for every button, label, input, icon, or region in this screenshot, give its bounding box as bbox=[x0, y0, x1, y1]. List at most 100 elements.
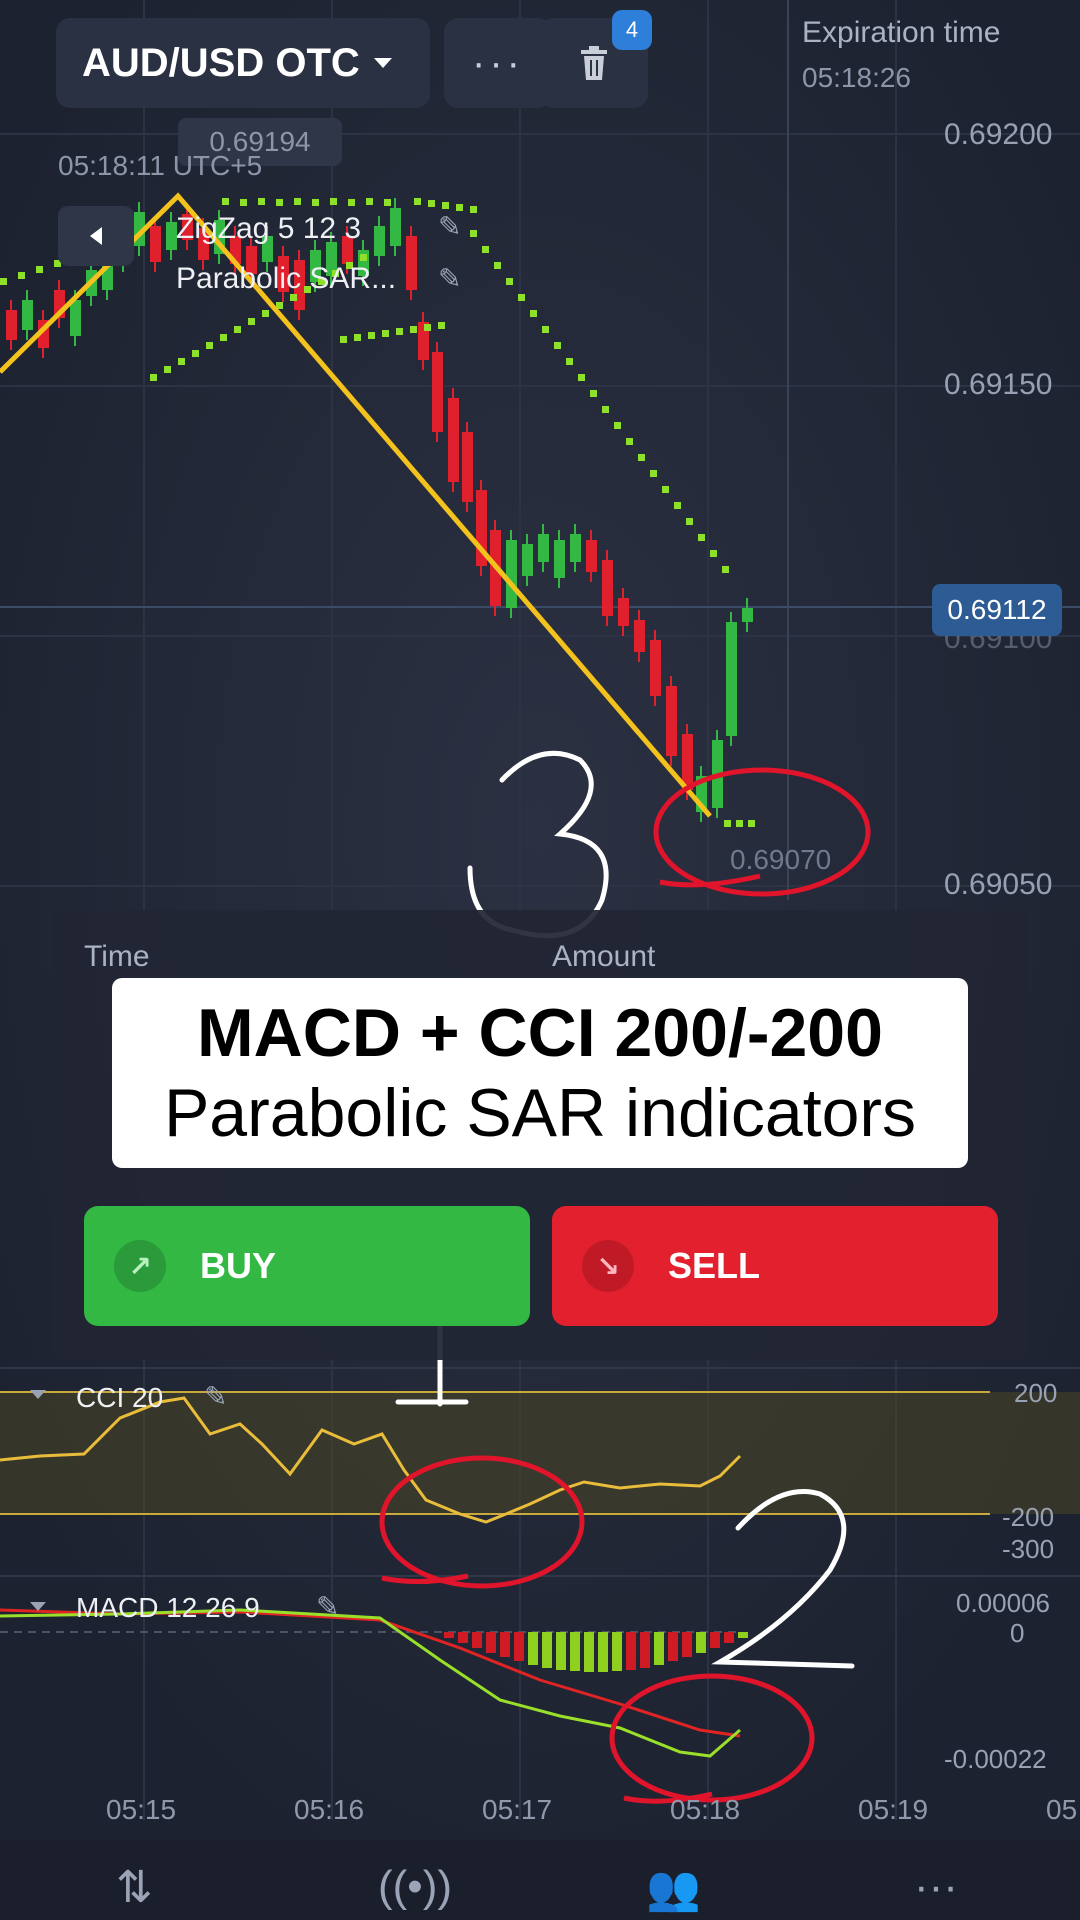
candle-body bbox=[634, 620, 645, 652]
swap-arrows-icon[interactable]: ⇅ bbox=[116, 1862, 153, 1913]
candle-body bbox=[618, 598, 629, 626]
macd-histogram-bar bbox=[612, 1632, 622, 1671]
candle-body bbox=[666, 686, 677, 756]
more-icon[interactable]: ··· bbox=[914, 1862, 958, 1912]
sar-dot bbox=[602, 406, 609, 413]
macd-histogram-bar bbox=[626, 1632, 636, 1670]
candle-body bbox=[70, 300, 81, 336]
sar-dot bbox=[414, 198, 421, 205]
caption-line-2: Parabolic SAR indicators bbox=[163, 1075, 917, 1151]
sar-dot bbox=[736, 820, 743, 827]
sar-dot bbox=[722, 566, 729, 573]
arrow-up-right-icon: ↗ bbox=[114, 1240, 166, 1292]
trash-icon bbox=[581, 46, 607, 80]
pencil-icon[interactable]: ✎ bbox=[438, 262, 461, 295]
sar-dot bbox=[590, 390, 597, 397]
sar-dot bbox=[748, 820, 755, 827]
candle-body bbox=[506, 540, 517, 608]
chevron-down-icon bbox=[373, 58, 392, 68]
sar-dot bbox=[506, 278, 513, 285]
collapse-indicators-button[interactable] bbox=[58, 206, 134, 266]
cci-level-label: -200 bbox=[1002, 1502, 1055, 1532]
macd-label[interactable]: MACD 12 26 9 bbox=[76, 1592, 260, 1624]
sar-dot bbox=[262, 310, 269, 317]
sar-dot bbox=[710, 550, 717, 557]
cci-label[interactable]: CCI 20 bbox=[76, 1382, 163, 1414]
users-icon[interactable]: 👥 bbox=[646, 1862, 701, 1914]
expiration-value: 05:18:26 bbox=[802, 62, 911, 93]
sar-dot bbox=[470, 206, 477, 213]
collapse-icon[interactable] bbox=[30, 1390, 46, 1399]
sar-dot bbox=[518, 294, 525, 301]
sar-dot bbox=[698, 534, 705, 541]
sar-dot bbox=[258, 198, 265, 205]
candle-body bbox=[554, 540, 565, 578]
candle-body bbox=[22, 300, 33, 330]
macd-histogram-bar bbox=[528, 1632, 538, 1665]
caption-line-1: MACD + CCI 200/-200 bbox=[197, 995, 883, 1071]
sar-dot bbox=[482, 246, 489, 253]
pencil-icon[interactable]: ✎ bbox=[204, 1380, 227, 1413]
sar-dot bbox=[150, 374, 157, 381]
sar-dot bbox=[348, 199, 355, 206]
sar-dot bbox=[626, 438, 633, 445]
time-tick: 05:18 bbox=[670, 1794, 741, 1825]
signal-icon[interactable]: ((•)) bbox=[378, 1862, 452, 1912]
indicator-zigzag-label[interactable]: ZigZag 5 12 3 bbox=[176, 212, 361, 246]
candle-body bbox=[462, 432, 473, 502]
sar-dot bbox=[312, 199, 319, 206]
candle-body bbox=[522, 544, 533, 576]
sar-dot bbox=[614, 422, 621, 429]
macd-histogram-bar bbox=[542, 1632, 552, 1668]
macd-histogram-bar bbox=[682, 1632, 692, 1657]
candle-body bbox=[150, 226, 161, 262]
buy-button[interactable]: ↗ BUY bbox=[84, 1206, 530, 1326]
macd-histogram-bar bbox=[696, 1632, 706, 1653]
sar-dot bbox=[36, 266, 43, 273]
sell-button[interactable]: ↘ SELL bbox=[552, 1206, 998, 1326]
sar-dot bbox=[360, 254, 367, 261]
collapse-icon[interactable] bbox=[30, 1602, 46, 1611]
sar-dot bbox=[276, 199, 283, 206]
sar-dot bbox=[428, 200, 435, 207]
indicator-sar-label[interactable]: Parabolic SAR... bbox=[176, 262, 396, 296]
sar-dot bbox=[638, 454, 645, 461]
macd-histogram-bar bbox=[458, 1632, 468, 1643]
sar-dot bbox=[248, 318, 255, 325]
time-tick: 05:15 bbox=[106, 1794, 177, 1825]
candle-body bbox=[448, 398, 459, 482]
sar-dot bbox=[442, 202, 449, 209]
macd-histogram-bar bbox=[710, 1632, 720, 1648]
macd-level-label: 0 bbox=[1010, 1618, 1025, 1648]
macd-histogram-bar bbox=[444, 1632, 454, 1638]
sar-dot bbox=[18, 272, 25, 279]
macd-histogram-bar bbox=[738, 1632, 748, 1638]
macd-histogram-bar bbox=[486, 1632, 496, 1653]
macd-level-label: 0.00006 bbox=[956, 1588, 1050, 1618]
sar-dot bbox=[0, 278, 7, 285]
asset-selector[interactable]: AUD/USD OTC bbox=[56, 18, 430, 108]
more-options-button[interactable]: ··· bbox=[444, 18, 552, 108]
sar-dot bbox=[234, 326, 241, 333]
sar-dot bbox=[686, 518, 693, 525]
candle-body bbox=[650, 640, 661, 696]
pencil-icon[interactable]: ✎ bbox=[438, 210, 461, 243]
chevron-left-icon bbox=[90, 227, 102, 245]
sar-dot bbox=[396, 328, 403, 335]
candle-body bbox=[374, 226, 385, 256]
sar-dot bbox=[554, 342, 561, 349]
pencil-icon[interactable]: ✎ bbox=[316, 1590, 339, 1623]
candle-body bbox=[742, 608, 753, 622]
buy-label: BUY bbox=[200, 1245, 277, 1286]
sar-dot bbox=[164, 366, 171, 373]
sar-dot bbox=[494, 262, 501, 269]
macd-histogram-bar bbox=[724, 1632, 734, 1643]
cci-level-label: -300 bbox=[1002, 1534, 1055, 1564]
price-level: 0.69150 bbox=[944, 368, 1053, 401]
candle-body bbox=[6, 310, 17, 340]
sar-dot bbox=[470, 230, 477, 237]
sar-dot bbox=[382, 330, 389, 337]
sar-dot bbox=[674, 502, 681, 509]
sar-dot bbox=[340, 336, 347, 343]
sar-dot bbox=[294, 198, 301, 205]
